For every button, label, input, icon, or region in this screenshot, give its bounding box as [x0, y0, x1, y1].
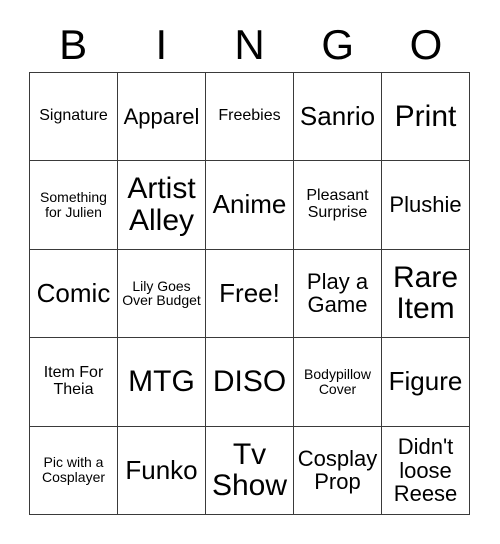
- bingo-cell[interactable]: MTG: [118, 338, 206, 427]
- header-letter-b: B: [59, 21, 88, 68]
- bingo-cell[interactable]: Play a Game: [294, 249, 382, 339]
- bingo-cell-label: Item For Theia: [43, 363, 104, 398]
- bingo-cell-label: Lily Goes Over Budget: [122, 277, 201, 309]
- bingo-cell[interactable]: Freebies: [206, 73, 294, 162]
- bingo-cell[interactable]: Didn't loose Reese: [382, 426, 470, 515]
- bingo-cell[interactable]: Funko: [118, 426, 206, 515]
- header-letter-g: G: [321, 21, 355, 68]
- bingo-cell-label: Funko: [125, 454, 198, 485]
- bingo-cell-label: Pleasant Surprise: [306, 187, 369, 222]
- header-letter-o: O: [409, 21, 443, 68]
- bingo-card: B I N G O Signature Apparel Freebies San…: [0, 0, 500, 544]
- bingo-cell-label: Free!: [219, 277, 280, 308]
- bingo-cell[interactable]: Comic: [30, 249, 118, 339]
- bingo-header-row: B I N G O: [29, 18, 470, 72]
- bingo-cell-label: Sanrio: [299, 100, 376, 131]
- bingo-cell[interactable]: Lily Goes Over Budget: [118, 249, 206, 339]
- bingo-cell-label: Tv Show: [211, 437, 288, 503]
- bingo-cell-label: MTG: [128, 364, 195, 398]
- bingo-cell-label: Anime: [212, 189, 287, 220]
- bingo-cell[interactable]: Something for Julien: [30, 161, 118, 250]
- bingo-cell[interactable]: Pleasant Surprise: [294, 161, 382, 250]
- bingo-cell-label: Comic: [36, 277, 111, 308]
- bingo-cell-label: Signature: [39, 107, 108, 125]
- bingo-cell-label: Apparel: [123, 104, 200, 130]
- bingo-grid: Signature Apparel Freebies Sanrio Print …: [29, 72, 470, 515]
- bingo-cell[interactable]: Anime: [206, 161, 294, 250]
- bingo-cell[interactable]: Item For Theia: [30, 338, 118, 427]
- bingo-cell-label: Artist Alley: [127, 172, 196, 238]
- bingo-cell[interactable]: Rare Item: [382, 249, 470, 339]
- header-letter-n: N: [234, 21, 265, 68]
- bingo-cell-label: DISO: [212, 364, 287, 398]
- bingo-cell[interactable]: Signature: [30, 73, 118, 162]
- bingo-cell[interactable]: Apparel: [118, 73, 206, 162]
- bingo-cell-label: Figure: [388, 366, 463, 397]
- bingo-cell-label: Cosplay Prop: [297, 445, 378, 495]
- bingo-cell[interactable]: Plushie: [382, 161, 470, 250]
- bingo-cell-label: Pic with a Cosplayer: [41, 454, 106, 486]
- bingo-cell[interactable]: Artist Alley: [118, 161, 206, 250]
- bingo-cell[interactable]: Figure: [382, 338, 470, 427]
- bingo-cell-label: Rare Item: [392, 260, 459, 326]
- bingo-cell-label: Play a Game: [306, 269, 369, 318]
- bingo-cell-label: Plushie: [389, 192, 462, 218]
- bingo-cell[interactable]: Tv Show: [206, 426, 294, 515]
- bingo-cell[interactable]: Bodypillow Cover: [294, 338, 382, 427]
- bingo-cell-label: Freebies: [218, 107, 281, 125]
- bingo-cell[interactable]: Sanrio: [294, 73, 382, 162]
- bingo-cell-label: Bodypillow Cover: [304, 366, 371, 397]
- bingo-cell[interactable]: DISO: [206, 338, 294, 427]
- header-letter-i: I: [155, 21, 168, 68]
- bingo-cell[interactable]: Pic with a Cosplayer: [30, 426, 118, 515]
- bingo-cell[interactable]: Cosplay Prop: [294, 426, 382, 515]
- bingo-cell-label: Something for Julien: [40, 189, 107, 221]
- bingo-cell-label: Didn't loose Reese: [393, 434, 458, 506]
- bingo-cell[interactable]: Print: [382, 73, 470, 162]
- bingo-cell-free[interactable]: Free!: [206, 249, 294, 339]
- bingo-cell-label: Print: [394, 99, 457, 133]
